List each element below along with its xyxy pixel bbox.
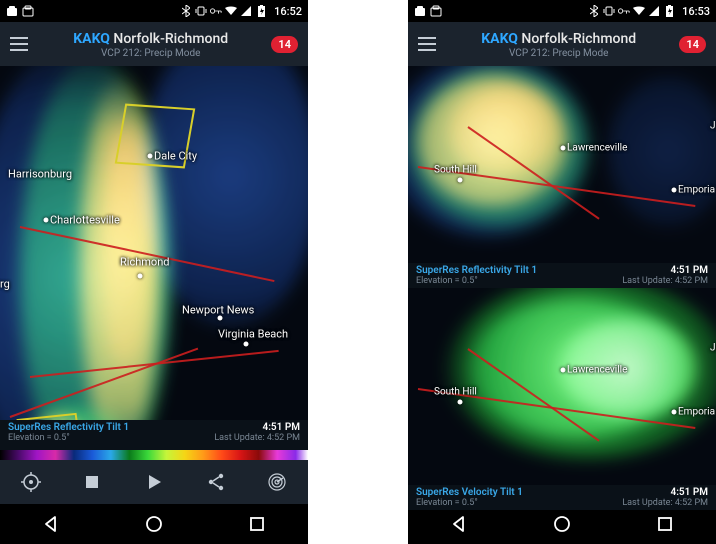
android-statusbar: 16:53 [408,0,716,22]
play-button[interactable] [134,462,174,502]
last-update: Last Update: 4:52 PM [622,498,708,508]
vpn-key-icon [618,5,630,17]
city-label-partial: Ja [710,121,716,132]
radar-mode: VCP 212: Precip Mode [438,48,679,59]
app-notification-icon-2 [22,5,34,17]
city-label: Harrisonburg [8,168,72,181]
alert-count-badge[interactable]: 14 [679,36,706,53]
app-notification-icon [414,5,426,17]
radar-viewport[interactable]: Dale City Harrisonburg Charlottesville R… [0,66,308,460]
product-name: SuperRes Reflectivity Tilt 1 [8,422,129,433]
city-label: Richmond [120,256,169,269]
city-label: Lawrenceville [567,365,627,376]
locate-button[interactable] [11,462,51,502]
app-notification-icon [6,5,18,17]
android-navbar [0,504,308,544]
product-name: SuperRes Reflectivity Tilt 1 [416,265,537,276]
wifi-icon [633,5,645,17]
radar-mode: VCP 212: Precip Mode [30,48,271,59]
menu-button[interactable] [418,37,438,51]
radar-sweep-button[interactable] [257,462,297,502]
elevation-text: Elevation = 0.5° [416,498,523,508]
screenshot-left: 16:52 KAKQ Norfolk-Richmond VCP 212: Pre… [0,0,308,544]
app-toolbar [0,460,308,504]
last-update: Last Update: 4:52 PM [214,433,300,443]
app-header: KAKQ Norfolk-Richmond VCP 212: Precip Mo… [408,22,716,66]
pane-info-bar: SuperRes Reflectivity Tilt 1 Elevation =… [0,420,308,450]
city-label: Emporia [678,185,715,196]
city-label: Lawrenceville [567,143,627,154]
statusbar-clock: 16:52 [274,5,302,18]
radar-location: Norfolk-Richmond [521,31,636,47]
city-label: Charlottesville [50,214,120,227]
alert-count-badge[interactable]: 14 [271,36,298,53]
home-button[interactable] [542,504,582,544]
city-label: South Hill [434,165,477,176]
city-label-partial: chburg [0,278,10,291]
city-label-partial: Ja [710,343,716,354]
city-label: Raleigh [36,420,72,421]
frame-time: 4:51 PM [622,265,708,276]
android-navbar [408,504,716,544]
back-button[interactable] [31,504,71,544]
color-scale-bar [0,450,308,460]
screenshot-right: 16:53 KAKQ Norfolk-Richmond VCP 212: Pre… [408,0,716,544]
recents-button[interactable] [237,504,277,544]
share-button[interactable] [196,462,236,502]
frame-time: 4:51 PM [214,422,300,433]
battery-icon [663,5,675,17]
wifi-icon [225,5,237,17]
header-title-block[interactable]: KAKQ Norfolk-Richmond VCP 212: Precip Mo… [30,31,271,59]
city-label: Newport News [182,304,254,317]
app-notification-icon-2 [430,5,442,17]
android-statusbar: 16:52 [0,0,308,22]
header-title-block[interactable]: KAKQ Norfolk-Richmond VCP 212: Precip Mo… [438,31,679,59]
radar-station-code: KAKQ [481,31,518,47]
vibrate-icon [603,5,615,17]
stop-button[interactable] [72,462,112,502]
radar-location: Norfolk-Richmond [113,31,228,47]
bluetooth-icon [180,5,192,17]
statusbar-clock: 16:53 [682,5,710,18]
cell-signal-icon [240,5,252,17]
city-label: Emporia [678,407,715,418]
app-header: KAKQ Norfolk-Richmond VCP 212: Precip Mo… [0,22,308,66]
frame-time: 4:51 PM [622,487,708,498]
screenshot-divider [308,0,408,544]
vpn-key-icon [210,5,222,17]
menu-button[interactable] [10,37,30,51]
radar-station-code: KAKQ [73,31,110,47]
vibrate-icon [195,5,207,17]
pane-info-bar-top: SuperRes Reflectivity Tilt 1 Elevation =… [408,263,716,288]
bluetooth-icon [588,5,600,17]
city-label: Virginia Beach [218,328,288,341]
elevation-text: Elevation = 0.5° [416,276,537,286]
cell-signal-icon [648,5,660,17]
elevation-text: Elevation = 0.5° [8,433,129,443]
radar-viewport-split[interactable]: Lawrenceville South Hill Emporia Ja Supe… [408,66,716,460]
pane-info-bar-bottom: SuperRes Velocity Tilt 1 Elevation = 0.5… [408,485,716,510]
city-label: Dale City [154,150,197,163]
back-button[interactable] [439,504,479,544]
last-update: Last Update: 4:52 PM [622,276,708,286]
recents-button[interactable] [645,504,685,544]
battery-icon [255,5,267,17]
product-name: SuperRes Velocity Tilt 1 [416,487,523,498]
city-label: South Hill [434,387,477,398]
home-button[interactable] [134,504,174,544]
